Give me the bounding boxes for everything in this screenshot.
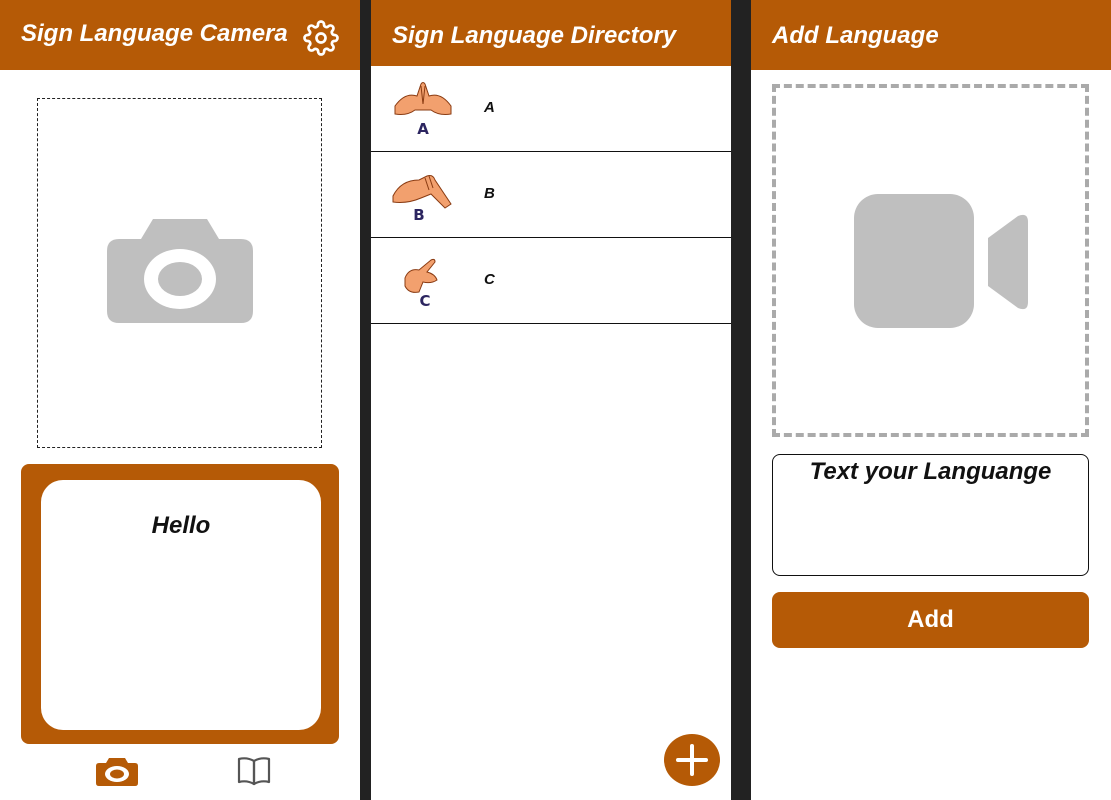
page-title: Sign Language Camera xyxy=(21,20,288,47)
add-language-screen: Add Language Text your Languange Add xyxy=(751,0,1111,800)
camera-preview[interactable] xyxy=(37,98,322,448)
directory-item-label: A xyxy=(484,99,495,116)
directory-item-label: C xyxy=(484,271,495,288)
video-upload-area[interactable] xyxy=(772,84,1089,437)
translation-text: Hello xyxy=(151,512,211,539)
translation-output-card: Hello xyxy=(21,464,339,744)
camera-icon xyxy=(107,219,253,323)
directory-item-c[interactable]: C C xyxy=(371,238,731,324)
nav-directory-tab[interactable] xyxy=(237,756,271,791)
camera-screen: Sign Language Camera Hello xyxy=(0,0,360,800)
book-icon xyxy=(237,757,271,786)
page-title: Add Language xyxy=(772,22,939,49)
camera-icon xyxy=(96,758,138,786)
gear-icon[interactable] xyxy=(303,20,339,56)
language-text-input[interactable]: Text your Languange xyxy=(772,454,1089,576)
page-title: Sign Language Directory xyxy=(392,22,677,49)
nav-camera-tab[interactable] xyxy=(95,756,139,793)
add-sign-button[interactable] xyxy=(664,734,720,786)
directory-item-label: B xyxy=(484,185,495,202)
add-header: Add Language xyxy=(751,0,1111,70)
svg-text:B: B xyxy=(413,206,424,224)
sign-b-image: B xyxy=(392,175,452,224)
svg-text:C: C xyxy=(419,292,430,310)
add-button[interactable]: Add xyxy=(772,592,1089,648)
text-input-placeholder: Text your Languange xyxy=(809,458,1052,485)
sign-c-image: C xyxy=(404,258,438,310)
sign-a-image: A xyxy=(394,82,452,138)
directory-screen: Sign Language Directory A A B B C C xyxy=(371,0,731,800)
directory-item-a[interactable]: A A xyxy=(371,66,731,152)
directory-header: Sign Language Directory xyxy=(371,0,731,70)
svg-text:A: A xyxy=(417,120,429,138)
camera-header: Sign Language Camera xyxy=(0,0,360,70)
directory-item-b[interactable]: B B xyxy=(371,152,731,238)
translation-output: Hello xyxy=(41,480,321,730)
video-camera-icon xyxy=(854,194,1028,328)
plus-icon xyxy=(676,744,708,776)
